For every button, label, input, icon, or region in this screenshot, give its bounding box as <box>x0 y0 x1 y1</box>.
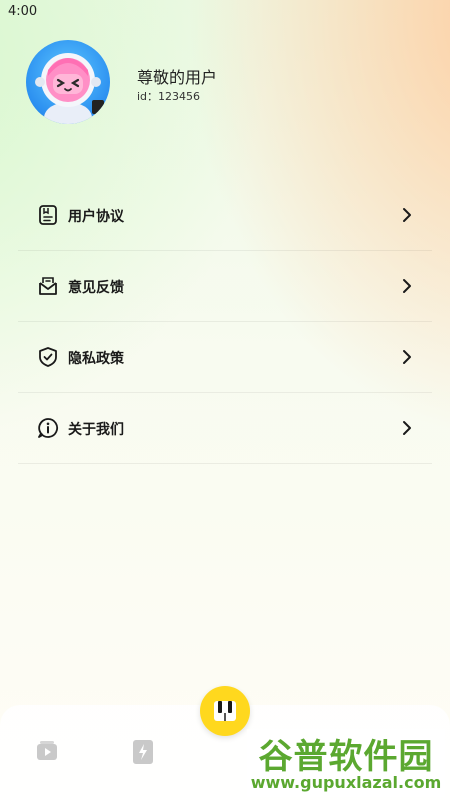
menu-item-privacy-policy[interactable]: 隐私政策 <box>18 322 432 393</box>
user-name: 尊敬的用户 <box>137 68 218 87</box>
watermark-title: 谷普软件园 <box>258 737 434 777</box>
piano-keys-icon <box>214 701 236 721</box>
settings-menu: 用户协议 意见反馈 隐私政策 关于我们 <box>18 180 432 464</box>
lightning-icon[interactable] <box>130 738 156 766</box>
feedback-icon <box>39 277 57 295</box>
status-time: 4:00 <box>8 4 38 19</box>
video-icon[interactable] <box>34 738 60 764</box>
menu-item-label: 隐私政策 <box>68 351 124 367</box>
menu-item-label: 用户协议 <box>68 209 124 225</box>
menu-item-user-agreement[interactable]: 用户协议 <box>18 180 432 251</box>
chevron-right-icon <box>403 350 411 364</box>
menu-item-label: 意见反馈 <box>68 280 124 296</box>
chevron-right-icon <box>403 279 411 293</box>
watermark-url: www.gupuxlazal.com <box>250 773 442 792</box>
profile-header: 尊敬的用户 id：123456 <box>26 40 426 126</box>
avatar[interactable] <box>26 40 110 124</box>
astronaut-avatar-icon <box>35 53 104 124</box>
menu-item-label: 关于我们 <box>68 422 124 438</box>
piano-center-button[interactable] <box>200 686 250 736</box>
info-icon <box>38 418 59 438</box>
menu-item-feedback[interactable]: 意见反馈 <box>18 251 432 322</box>
document-icon <box>39 205 57 225</box>
shield-check-icon <box>39 347 57 367</box>
watermark: 谷普软件园 www.gupuxlazal.com <box>247 729 445 797</box>
status-bar: 4:00 <box>0 0 450 26</box>
chevron-right-icon <box>403 208 411 222</box>
chevron-right-icon <box>403 421 411 435</box>
user-id: id：123456 <box>137 90 201 103</box>
menu-item-about-us[interactable]: 关于我们 <box>18 393 432 464</box>
